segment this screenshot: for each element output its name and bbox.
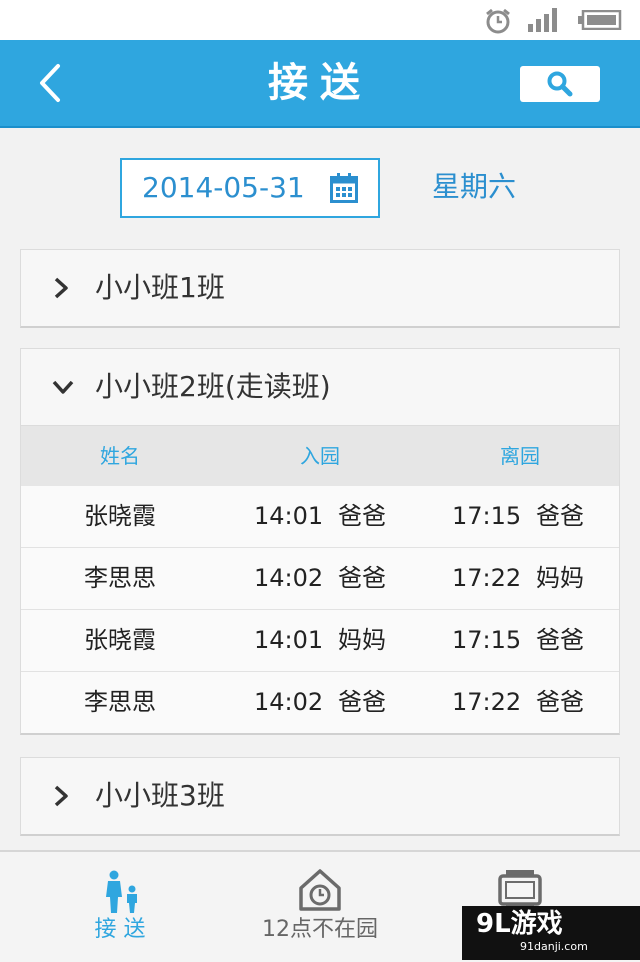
column-header-name: 姓名 xyxy=(100,444,140,468)
class-name: 小小班3班 xyxy=(95,779,225,812)
battery-icon xyxy=(578,10,622,30)
alarm-icon xyxy=(486,8,510,34)
app-header: 接送 xyxy=(0,40,640,128)
table-row[interactable]: 张晓霞 14:01 爸爸 17:15 爸爸 xyxy=(21,486,619,547)
column-header-arrival: 入园 xyxy=(300,444,340,468)
status-bar xyxy=(0,0,640,40)
class-header[interactable]: 小小班1班 xyxy=(21,250,619,326)
departure-time: 17:22 xyxy=(452,688,522,716)
class-name: 小小班2班(走读班) xyxy=(95,370,331,403)
chevron-down-icon xyxy=(52,380,74,394)
student-name: 李思思 xyxy=(84,688,156,716)
column-header-departure: 离园 xyxy=(500,444,540,468)
student-name: 张晓霞 xyxy=(84,626,156,654)
search-icon xyxy=(547,71,573,97)
watermark: 9L游戏 91danji.com xyxy=(462,906,640,960)
class-panel: 小小班3班 xyxy=(20,757,620,836)
departure-time: 17:15 xyxy=(452,626,522,654)
calendar-icon xyxy=(330,173,358,203)
arrival-escort: 爸爸 xyxy=(338,502,386,530)
arrival-escort: 妈妈 xyxy=(338,626,386,654)
student-name: 张晓霞 xyxy=(84,502,156,530)
digital-clock-icon xyxy=(498,870,542,910)
parent-child-icon xyxy=(106,870,137,913)
class-panel: 小小班2班(走读班) 姓名 入园 离园 张晓霞 14:01 爸爸 17:15 爸… xyxy=(20,348,620,735)
watermark-url: 91danji.com xyxy=(520,940,588,953)
arrival-time: 14:02 xyxy=(254,688,324,716)
chevron-right-icon xyxy=(54,785,68,807)
departure-escort: 爸爸 xyxy=(536,502,584,530)
arrival-time: 14:01 xyxy=(254,626,324,654)
table-row[interactable]: 张晓霞 14:01 妈妈 17:15 爸爸 xyxy=(21,609,619,671)
nav-label: 12点不在园 xyxy=(262,917,378,942)
arrival-time: 14:02 xyxy=(254,564,324,592)
search-button[interactable] xyxy=(520,66,600,102)
class-name: 小小班1班 xyxy=(95,271,225,304)
table-row[interactable]: 李思思 14:02 爸爸 17:22 爸爸 xyxy=(21,671,619,733)
date-value: 2014-05-31 xyxy=(142,171,305,204)
departure-escort: 爸爸 xyxy=(536,626,584,654)
arrival-time: 14:01 xyxy=(254,502,324,530)
departure-escort: 爸爸 xyxy=(536,688,584,716)
date-picker[interactable]: 2014-05-31 xyxy=(120,158,380,218)
watermark-logo: 9L游戏 xyxy=(476,909,563,939)
nav-tab-pickup[interactable]: 接 送 xyxy=(40,852,200,962)
arrival-escort: 爸爸 xyxy=(338,564,386,592)
student-name: 李思思 xyxy=(84,564,156,592)
table-row[interactable]: 李思思 14:02 爸爸 17:22 妈妈 xyxy=(21,547,619,609)
home-clock-icon xyxy=(299,869,341,911)
signal-icon xyxy=(528,8,557,32)
class-panel: 小小班1班 xyxy=(20,249,620,328)
attendance-table: 张晓霞 14:01 爸爸 17:15 爸爸 李思思 14:02 爸爸 17:22… xyxy=(21,486,619,733)
class-header[interactable]: 小小班2班(走读班) xyxy=(21,349,619,425)
departure-time: 17:22 xyxy=(452,564,522,592)
nav-tab-absent[interactable]: 12点不在园 xyxy=(240,852,400,962)
departure-escort: 妈妈 xyxy=(536,564,584,592)
chevron-right-icon xyxy=(54,277,68,299)
table-header: 姓名 入园 离园 xyxy=(21,425,619,486)
arrival-escort: 爸爸 xyxy=(338,688,386,716)
nav-label: 接 送 xyxy=(94,917,146,942)
departure-time: 17:15 xyxy=(452,502,522,530)
class-header[interactable]: 小小班3班 xyxy=(21,758,619,834)
weekday-label: 星期六 xyxy=(432,170,517,203)
